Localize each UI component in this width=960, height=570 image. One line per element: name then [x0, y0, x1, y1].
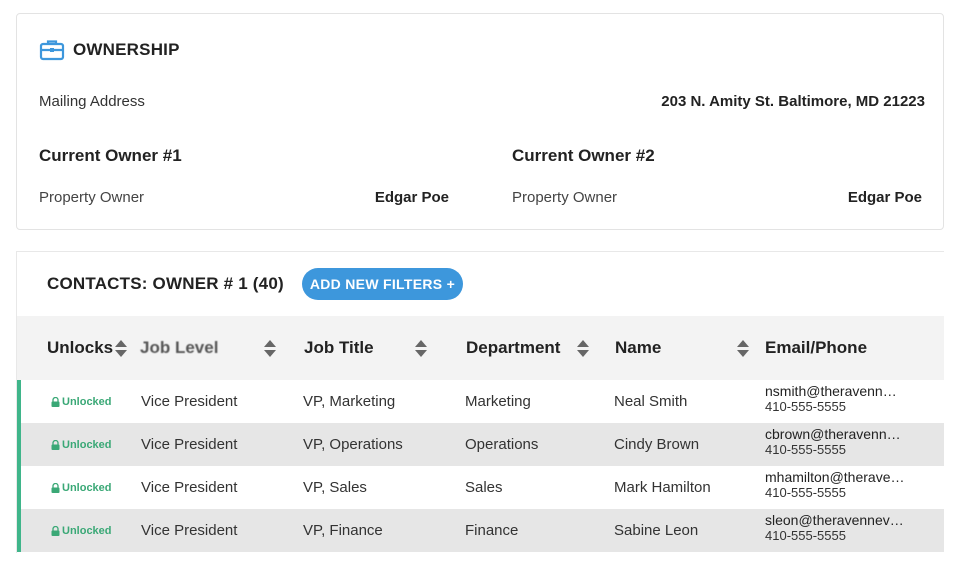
department-cell: Operations	[465, 436, 539, 453]
job-title-cell: VP, Finance	[303, 522, 383, 539]
lock-icon	[51, 482, 60, 493]
phone-number: 410-555-5555	[765, 528, 846, 543]
job-title-cell: VP, Sales	[303, 479, 367, 496]
name-cell: Mark Hamilton	[614, 479, 711, 496]
department-cell: Marketing	[465, 393, 531, 410]
table-row[interactable]: Unlocked Vice President VP, Finance Fina…	[17, 509, 944, 552]
column-header-name[interactable]: Name	[615, 316, 661, 380]
unlock-status: Unlocked	[51, 509, 112, 552]
email-phone-cell: nsmith@theravenn… 410-555-5555	[765, 383, 945, 414]
unlock-status: Unlocked	[51, 380, 112, 423]
ownership-header: OWNERSHIP	[39, 38, 180, 62]
department-cell: Finance	[465, 522, 519, 539]
current-owner-2: Current Owner #2 Property Owner Edgar Po…	[512, 146, 922, 206]
lock-icon	[51, 396, 60, 407]
owner-heading: Current Owner #2	[512, 146, 655, 165]
job-level-cell: Vice President	[141, 479, 238, 496]
unlock-label: Unlocked	[62, 481, 112, 494]
name-cell: Sabine Leon	[614, 522, 699, 539]
job-level-cell: Vice President	[141, 522, 238, 539]
contacts-title: CONTACTS: OWNER # 1 (40)	[47, 274, 284, 293]
lock-icon	[51, 439, 60, 450]
owner-role-label: Property Owner	[512, 189, 618, 206]
unlock-status: Unlocked	[51, 466, 112, 509]
sort-icon[interactable]	[115, 340, 127, 357]
add-new-filters-button[interactable]: ADD NEW FILTERS +	[301, 268, 464, 300]
department-cell: Sales	[465, 479, 503, 496]
sort-icon[interactable]	[264, 340, 276, 357]
name-cell: Neal Smith	[614, 393, 688, 410]
contacts-header: CONTACTS: OWNER # 1 (40) ADD NEW FILTERS…	[47, 268, 464, 300]
column-header-job-level[interactable]: Job Level	[140, 316, 218, 380]
column-header-email-phone[interactable]: Email/Phone	[765, 316, 867, 380]
email-link[interactable]: nsmith@theravenn…	[765, 383, 945, 399]
column-header-job-title[interactable]: Job Title	[304, 316, 374, 380]
column-header-unlocks[interactable]: Unlocks	[47, 316, 113, 380]
email-link[interactable]: sleon@theravennev…	[765, 512, 945, 528]
table-row[interactable]: Unlocked Vice President VP, Marketing Ma…	[17, 380, 944, 423]
job-title-cell: VP, Operations	[303, 436, 403, 453]
mailing-address-label: Mailing Address	[39, 93, 145, 110]
phone-number: 410-555-5555	[765, 485, 846, 500]
ownership-title: OWNERSHIP	[73, 40, 180, 59]
contacts-card: CONTACTS: OWNER # 1 (40) ADD NEW FILTERS…	[16, 251, 944, 553]
lock-icon	[51, 525, 60, 536]
owner-row: Property Owner Edgar Poe	[512, 189, 922, 206]
sort-icon[interactable]	[415, 340, 427, 357]
unlock-label: Unlocked	[62, 395, 112, 408]
phone-number: 410-555-5555	[765, 399, 846, 414]
table-row[interactable]: Unlocked Vice President VP, Sales Sales …	[17, 466, 944, 509]
unlock-status: Unlocked	[51, 423, 112, 466]
table-header: Unlocks Job Level Job Title Department N…	[17, 316, 944, 380]
table-row[interactable]: Unlocked Vice President VP, Operations O…	[17, 423, 944, 466]
job-level-cell: Vice President	[141, 393, 238, 410]
email-link[interactable]: cbrown@theravenn…	[765, 426, 945, 442]
phone-number: 410-555-5555	[765, 442, 846, 457]
sort-icon[interactable]	[577, 340, 589, 357]
column-header-department[interactable]: Department	[466, 316, 560, 380]
name-cell: Cindy Brown	[614, 436, 700, 453]
owner-role-label: Property Owner	[39, 189, 145, 206]
current-owner-1: Current Owner #1 Property Owner Edgar Po…	[39, 146, 449, 206]
briefcase-icon	[39, 40, 65, 61]
mailing-address-value: 203 N. Amity St. Baltimore, MD 21223	[661, 93, 925, 110]
ownership-card: OWNERSHIP Mailing Address 203 N. Amity S…	[16, 13, 944, 230]
email-phone-cell: mhamilton@therave… 410-555-5555	[765, 469, 945, 500]
owner-heading: Current Owner #1	[39, 146, 182, 165]
unlock-label: Unlocked	[62, 524, 112, 537]
email-phone-cell: cbrown@theravenn… 410-555-5555	[765, 426, 945, 457]
owner-name: Edgar Poe	[374, 189, 449, 206]
email-phone-cell: sleon@theravennev… 410-555-5555	[765, 512, 945, 543]
job-title-cell: VP, Marketing	[303, 393, 396, 410]
sort-icon[interactable]	[737, 340, 749, 357]
owner-row: Property Owner Edgar Poe	[39, 189, 449, 206]
email-link[interactable]: mhamilton@therave…	[765, 469, 945, 485]
job-level-cell: Vice President	[141, 436, 238, 453]
owner-name: Edgar Poe	[847, 189, 922, 206]
unlock-label: Unlocked	[62, 438, 112, 451]
